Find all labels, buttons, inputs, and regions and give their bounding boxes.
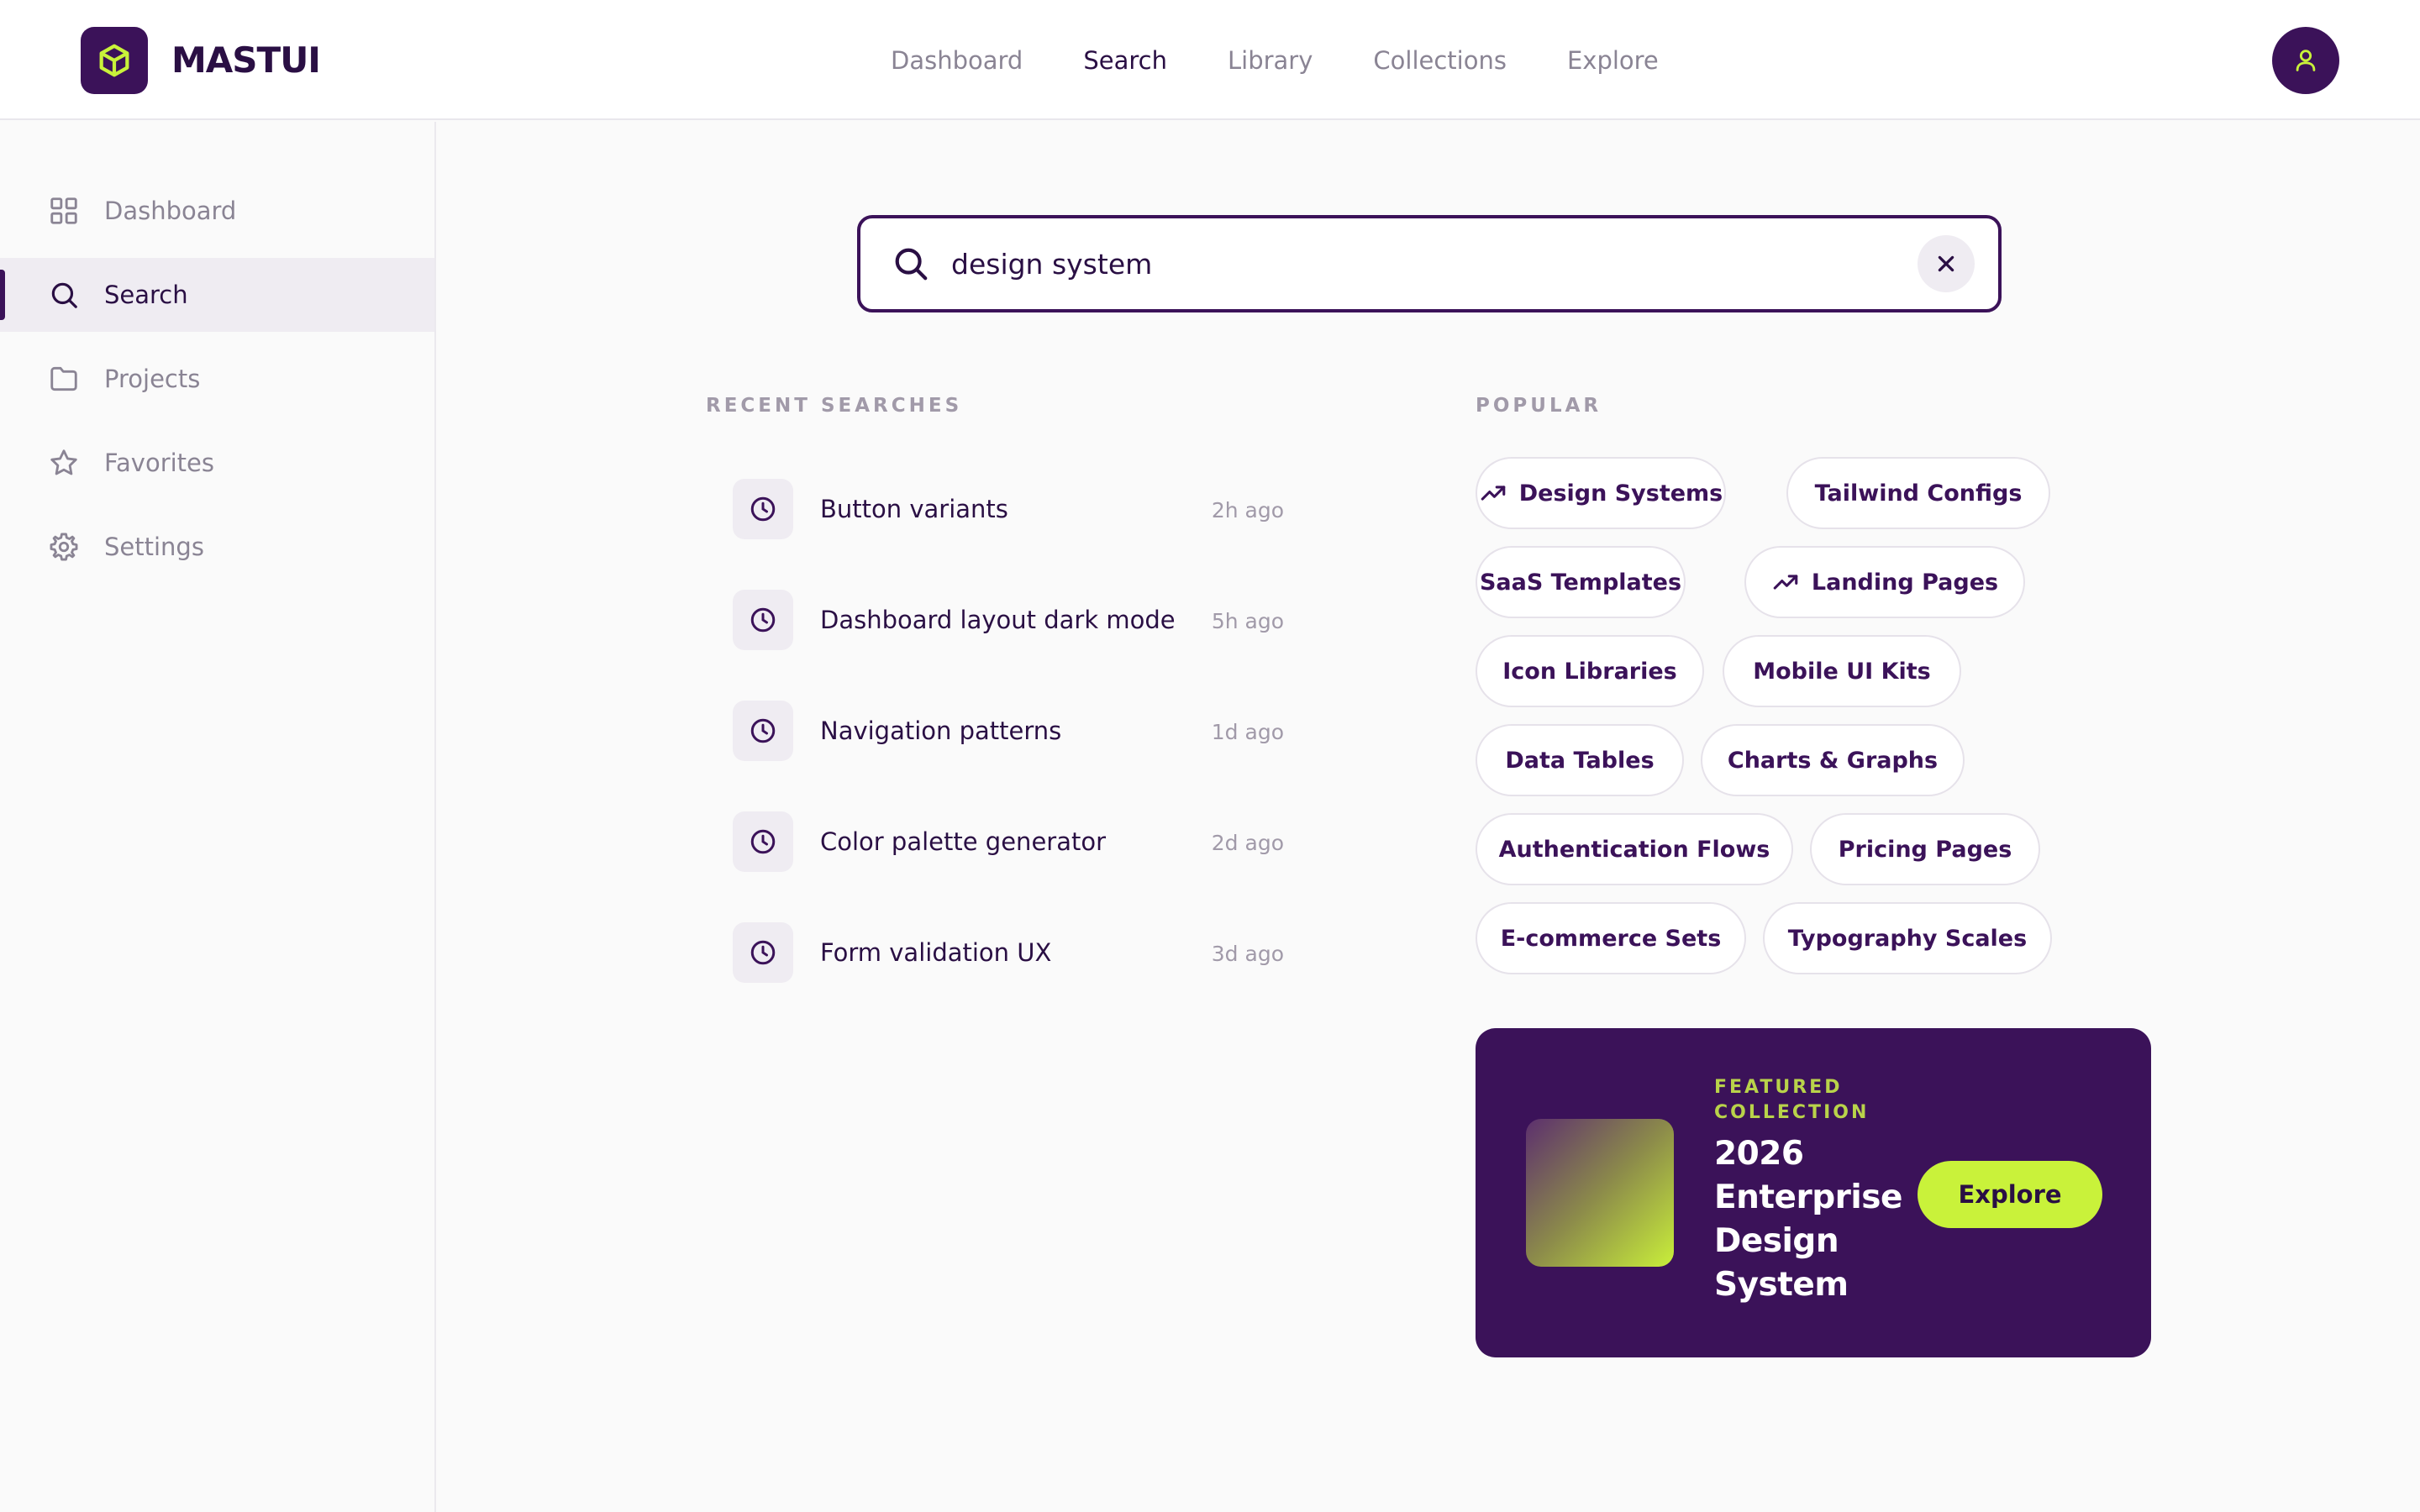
- popular-chip-typography-scales[interactable]: Typography Scales: [1763, 902, 2052, 974]
- explore-button[interactable]: Explore: [1918, 1161, 2102, 1228]
- folder-icon: [47, 362, 81, 396]
- popular-chip-landing-pages[interactable]: Landing Pages: [1744, 546, 2025, 618]
- clock-icon: [733, 922, 793, 983]
- user-avatar-button[interactable]: [2272, 27, 2339, 94]
- featured-collection-card: FEATURED COLLECTION 2026 Enterprise Desi…: [1476, 1028, 2151, 1357]
- popular-chip-saas-templates[interactable]: SaaS Templates: [1476, 546, 1686, 618]
- gear-icon: [47, 530, 81, 564]
- clear-search-button[interactable]: [1918, 235, 1975, 292]
- recent-searches-heading: RECENT SEARCHES: [706, 395, 963, 417]
- logo[interactable]: [81, 27, 148, 94]
- popular-chip-mobile-ui-kits[interactable]: Mobile UI Kits: [1723, 635, 1961, 707]
- chip-label: Tailwind Configs: [1814, 480, 2023, 507]
- recent-search-label: Form validation UX: [820, 938, 1052, 967]
- topnav-explore[interactable]: Explore: [1567, 44, 1659, 77]
- sidebar-item-label: Settings: [104, 533, 204, 561]
- cube-logo-icon: [99, 44, 129, 77]
- chip-label: Charts & Graphs: [1727, 747, 1939, 774]
- popular-chip-ecommerce-sets[interactable]: E-commerce Sets: [1476, 902, 1746, 974]
- chip-label: Icon Libraries: [1502, 658, 1677, 685]
- brand-name: MASTUI: [171, 39, 321, 81]
- featured-thumbnail: [1526, 1119, 1674, 1267]
- trending-up-icon: [1481, 486, 1506, 501]
- sidebar-item-search[interactable]: Search: [0, 258, 434, 332]
- sidebar-item-label: Projects: [104, 365, 201, 393]
- user-icon: [2296, 50, 2316, 71]
- sidebar-item-label: Favorites: [104, 449, 214, 477]
- recent-search-time: 1d ago: [1211, 720, 1284, 744]
- featured-kicker: FEATURED COLLECTION: [1714, 1077, 1870, 1123]
- recent-search-label: Button variants: [820, 495, 1008, 523]
- recent-search-label: Color palette generator: [820, 827, 1107, 856]
- chip-label: Mobile UI Kits: [1753, 658, 1931, 685]
- popular-chip-icon-libraries[interactable]: Icon Libraries: [1476, 635, 1704, 707]
- recent-search-item[interactable]: Navigation patterns 1d ago: [729, 697, 1284, 764]
- topnav-collections[interactable]: Collections: [1373, 44, 1507, 77]
- clock-icon: [733, 701, 793, 761]
- popular-heading: POPULAR: [1476, 395, 1602, 417]
- popular-chip-data-tables[interactable]: Data Tables: [1476, 724, 1684, 796]
- recent-search-time: 2h ago: [1211, 498, 1284, 522]
- recent-search-item[interactable]: Dashboard layout dark mode 5h ago: [729, 586, 1284, 654]
- chip-label: Pricing Pages: [1838, 836, 2012, 863]
- top-bar: MASTUI Dashboard Search Library Collecti…: [0, 0, 2420, 120]
- topnav-dashboard[interactable]: Dashboard: [891, 44, 1023, 77]
- recent-search-time: 2d ago: [1211, 831, 1284, 855]
- popular-chip-tailwind-configs[interactable]: Tailwind Configs: [1786, 457, 2050, 529]
- sidebar-item-settings[interactable]: Settings: [0, 510, 434, 584]
- star-icon: [47, 446, 81, 480]
- chip-label: SaaS Templates: [1479, 569, 1682, 596]
- chip-label: Design Systems: [1518, 480, 1723, 507]
- chip-label: Typography Scales: [1787, 925, 2028, 952]
- trending-up-icon: [1773, 575, 1798, 590]
- popular-chip-authentication-flows[interactable]: Authentication Flows: [1476, 813, 1793, 885]
- close-icon: [1938, 255, 1954, 272]
- recent-search-time: 3d ago: [1211, 942, 1284, 966]
- sidebar-item-dashboard[interactable]: Dashboard: [0, 174, 434, 248]
- chip-label: Authentication Flows: [1498, 836, 1770, 863]
- recent-search-item[interactable]: Color palette generator 2d ago: [729, 808, 1284, 875]
- sidebar-item-projects[interactable]: Projects: [0, 342, 434, 416]
- featured-title: 2026 Enterprise Design System: [1714, 1135, 1902, 1304]
- chip-label: Landing Pages: [1811, 569, 1999, 596]
- sidebar: Dashboard Search Projects Favorites Sett…: [0, 122, 436, 1512]
- popular-chip-design-systems[interactable]: Design Systems: [1476, 457, 1726, 529]
- clock-icon: [733, 590, 793, 650]
- recent-search-time: 5h ago: [1211, 609, 1284, 633]
- search-icon: [47, 278, 81, 312]
- sidebar-item-label: Dashboard: [104, 197, 237, 225]
- clock-icon: [733, 811, 793, 872]
- chip-label: Data Tables: [1505, 747, 1655, 774]
- search-bar: [857, 215, 2002, 312]
- popular-chip-charts-graphs[interactable]: Charts & Graphs: [1701, 724, 1965, 796]
- recent-search-label: Dashboard layout dark mode: [820, 606, 1176, 634]
- sidebar-item-favorites[interactable]: Favorites: [0, 426, 434, 500]
- sidebar-item-label: Search: [104, 281, 188, 309]
- search-input[interactable]: [951, 239, 1876, 289]
- recent-search-item[interactable]: Form validation UX 3d ago: [729, 919, 1284, 986]
- search-icon: [889, 242, 933, 286]
- grid-icon: [47, 194, 81, 228]
- clock-icon: [733, 479, 793, 539]
- popular-chip-pricing-pages[interactable]: Pricing Pages: [1810, 813, 2040, 885]
- recent-search-item[interactable]: Button variants 2h ago: [729, 475, 1284, 543]
- chip-label: E-commerce Sets: [1500, 925, 1722, 952]
- recent-search-label: Navigation patterns: [820, 717, 1062, 745]
- top-navigation: Dashboard Search Library Collections Exp…: [891, 0, 1659, 120]
- topnav-library[interactable]: Library: [1228, 44, 1313, 77]
- topnav-search[interactable]: Search: [1083, 44, 1167, 77]
